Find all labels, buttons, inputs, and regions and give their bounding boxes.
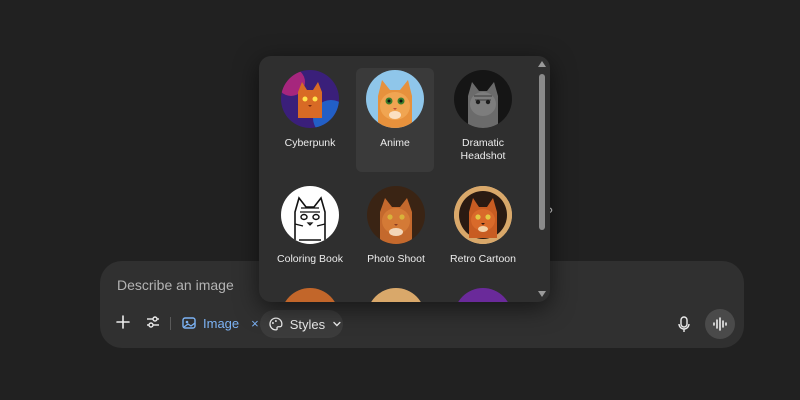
add-button[interactable]: [114, 313, 132, 331]
style-label: Photo Shoot: [367, 253, 425, 265]
styles-button[interactable]: Styles: [260, 310, 343, 338]
style-option-anime[interactable]: Anime: [356, 68, 434, 172]
dictate-button[interactable]: [676, 316, 692, 334]
cat-thumbnail: [367, 288, 425, 302]
tune-icon: [147, 316, 159, 328]
image-chip-close-button[interactable]: ×: [251, 316, 259, 331]
style-option-partial[interactable]: [444, 288, 522, 302]
mic-icon: [678, 316, 690, 332]
scroll-up-arrow[interactable]: [538, 61, 546, 67]
style-label: Anime: [380, 137, 410, 149]
cyberpunk-cat-thumbnail: [281, 70, 339, 128]
photo-shoot-cat-thumbnail: [367, 186, 425, 244]
toolbar-divider: [170, 317, 171, 330]
anime-cat-thumbnail: [366, 70, 424, 128]
style-option-partial[interactable]: [357, 288, 435, 302]
cat-thumbnail: [281, 288, 339, 302]
palette-icon: [269, 317, 283, 331]
voice-mode-button[interactable]: [705, 309, 735, 339]
style-label: Cyberpunk: [284, 137, 336, 149]
styles-menu: Cyberpunk Anime Dramatic Headshot Colori…: [259, 56, 550, 302]
tools-button[interactable]: [144, 313, 162, 331]
style-label: Retro Cartoon: [450, 253, 516, 265]
style-option-dramatic-headshot[interactable]: Dramatic Headshot: [444, 70, 522, 163]
image-mode-chip[interactable]: Image ×: [181, 313, 259, 333]
scrollbar-thumb[interactable]: [539, 74, 545, 230]
scroll-down-arrow[interactable]: [538, 291, 546, 297]
plus-icon: [116, 315, 130, 329]
styles-label: Styles: [289, 316, 326, 332]
prompt-input[interactable]: Describe an image: [117, 277, 234, 293]
voice-wave-icon: [713, 317, 727, 331]
style-option-partial[interactable]: [271, 288, 349, 302]
image-chip-label: Image: [203, 315, 240, 331]
style-label: Coloring Book: [277, 253, 343, 265]
style-option-cyberpunk[interactable]: Cyberpunk: [271, 70, 349, 150]
chevron-down-icon: [333, 321, 341, 327]
style-option-coloring-book[interactable]: Coloring Book: [271, 186, 349, 266]
coloring-book-cat-thumbnail: [281, 186, 339, 244]
style-label: Dramatic Headshot: [460, 137, 506, 162]
style-option-retro-cartoon[interactable]: Retro Cartoon: [444, 186, 522, 266]
image-icon: [182, 317, 196, 329]
dramatic-headshot-cat-thumbnail: [454, 70, 512, 128]
style-option-photo-shoot[interactable]: Photo Shoot: [357, 186, 435, 266]
cat-thumbnail: [454, 288, 512, 302]
retro-cartoon-cat-thumbnail: [454, 186, 512, 244]
